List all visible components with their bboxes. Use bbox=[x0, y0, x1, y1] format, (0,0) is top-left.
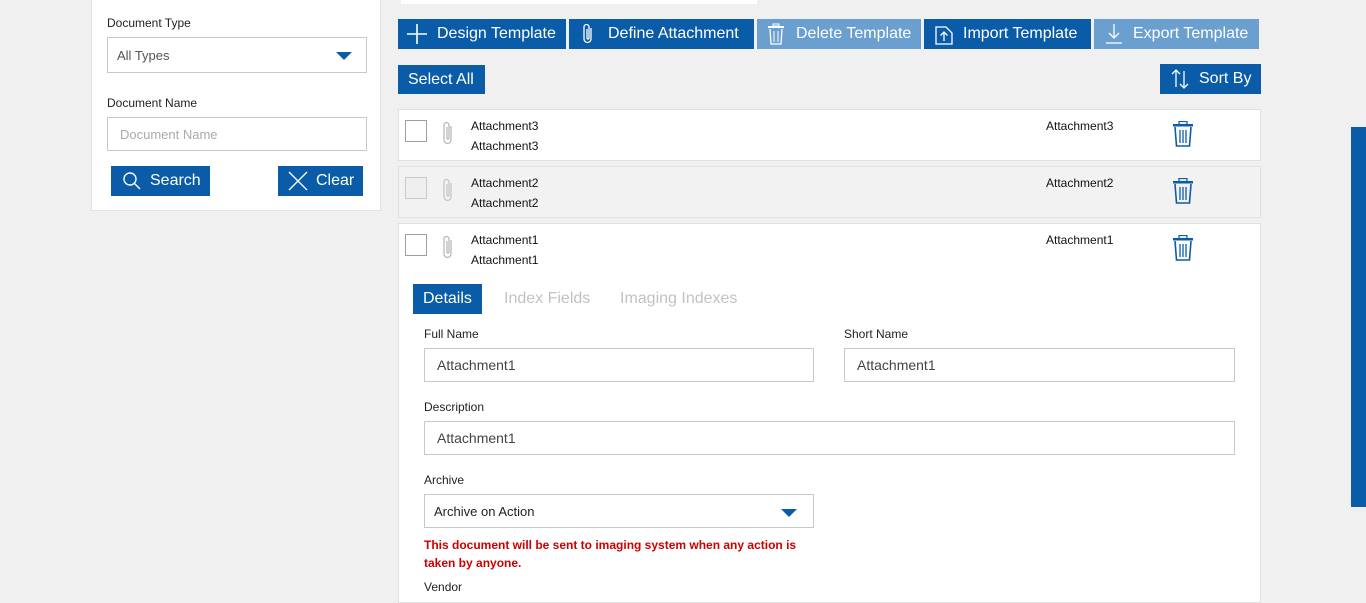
scrollbar-thumb[interactable] bbox=[1351, 127, 1366, 507]
chevron-down-icon bbox=[336, 52, 352, 60]
clear-button-label: Clear bbox=[316, 172, 355, 189]
tab-index-fields[interactable]: Index Fields bbox=[504, 284, 590, 314]
row-short-name: Attachment2 bbox=[1046, 176, 1114, 190]
tab-imaging-indexes[interactable]: Imaging Indexes bbox=[620, 284, 737, 314]
sort-by-label: Sort By bbox=[1199, 70, 1252, 87]
design-template-label: Design Template bbox=[437, 25, 556, 42]
search-button[interactable]: Search bbox=[111, 166, 210, 196]
paperclip-icon bbox=[443, 121, 452, 145]
short-name-label: Short Name bbox=[844, 327, 909, 341]
row-description: Attachment2 bbox=[471, 196, 539, 210]
archive-value: Archive on Action bbox=[434, 503, 535, 519]
document-type-value: All Types bbox=[117, 47, 170, 63]
select-all-label: Select All bbox=[408, 70, 474, 88]
trash-icon[interactable] bbox=[1172, 121, 1194, 147]
full-name-value: Attachment1 bbox=[437, 357, 516, 373]
download-icon bbox=[1106, 24, 1122, 44]
delete-template-button[interactable]: Delete Template bbox=[757, 19, 921, 49]
paperclip-icon bbox=[443, 178, 452, 202]
import-icon bbox=[935, 26, 953, 45]
document-type-label: Document Type bbox=[107, 16, 191, 30]
trash-icon[interactable] bbox=[1172, 235, 1194, 261]
description-field[interactable]: Attachment1 bbox=[424, 421, 1235, 455]
trash-icon[interactable] bbox=[1172, 178, 1194, 204]
sort-by-button[interactable]: Sort By bbox=[1160, 64, 1261, 94]
archive-warning: This document will be sent to imaging sy… bbox=[424, 538, 797, 570]
define-attachment-label: Define Attachment bbox=[608, 25, 739, 42]
row-checkbox[interactable] bbox=[405, 234, 427, 256]
vendor-label: Vendor bbox=[424, 580, 463, 594]
close-icon bbox=[288, 171, 308, 191]
row-short-name: Attachment3 bbox=[1046, 119, 1114, 133]
row-short-name: Attachment1 bbox=[1046, 233, 1114, 247]
document-name-input[interactable] bbox=[107, 117, 367, 151]
plus-icon bbox=[407, 24, 427, 44]
chevron-down-icon bbox=[781, 509, 797, 517]
row-name: Attachment3 bbox=[471, 119, 539, 133]
full-name-field[interactable]: Attachment1 bbox=[424, 348, 814, 382]
search-button-label: Search bbox=[150, 172, 201, 189]
document-type-select[interactable]: All Types bbox=[107, 37, 367, 73]
short-name-field[interactable]: Attachment1 bbox=[844, 348, 1235, 382]
archive-select[interactable]: Archive on Action bbox=[424, 494, 814, 528]
trash-icon bbox=[768, 23, 784, 45]
export-template-label: Export Template bbox=[1133, 25, 1249, 42]
design-template-button[interactable]: Design Template bbox=[398, 19, 566, 49]
import-template-button[interactable]: Import Template bbox=[924, 19, 1091, 49]
delete-template-label: Delete Template bbox=[796, 25, 912, 42]
sort-icon bbox=[1171, 69, 1189, 89]
list-item[interactable]: Attachment3 Attachment3 Attachment3 bbox=[398, 109, 1261, 161]
export-template-button[interactable]: Export Template bbox=[1094, 19, 1259, 49]
short-name-value: Attachment1 bbox=[857, 357, 936, 373]
header-strip bbox=[401, 0, 757, 4]
paperclip-icon bbox=[583, 23, 592, 44]
search-icon bbox=[123, 172, 141, 190]
define-attachment-button[interactable]: Define Attachment bbox=[569, 19, 754, 49]
list-item[interactable]: Attachment2 Attachment2 Attachment2 bbox=[398, 166, 1261, 218]
row-name: Attachment1 bbox=[471, 233, 539, 247]
row-description: Attachment3 bbox=[471, 139, 539, 153]
description-label: Description bbox=[424, 400, 485, 414]
row-checkbox[interactable] bbox=[405, 120, 427, 142]
row-name: Attachment2 bbox=[471, 176, 539, 190]
import-template-label: Import Template bbox=[963, 25, 1078, 42]
row-description: Attachment1 bbox=[471, 253, 539, 267]
paperclip-icon bbox=[443, 235, 452, 259]
select-all-button[interactable]: Select All bbox=[398, 65, 485, 94]
document-name-label: Document Name bbox=[107, 96, 198, 110]
clear-button[interactable]: Clear bbox=[278, 166, 363, 196]
description-value: Attachment1 bbox=[437, 430, 516, 446]
row-checkbox[interactable] bbox=[405, 177, 427, 199]
tab-details[interactable]: Details bbox=[413, 284, 482, 314]
archive-label: Archive bbox=[424, 473, 465, 487]
full-name-label: Full Name bbox=[424, 327, 479, 341]
